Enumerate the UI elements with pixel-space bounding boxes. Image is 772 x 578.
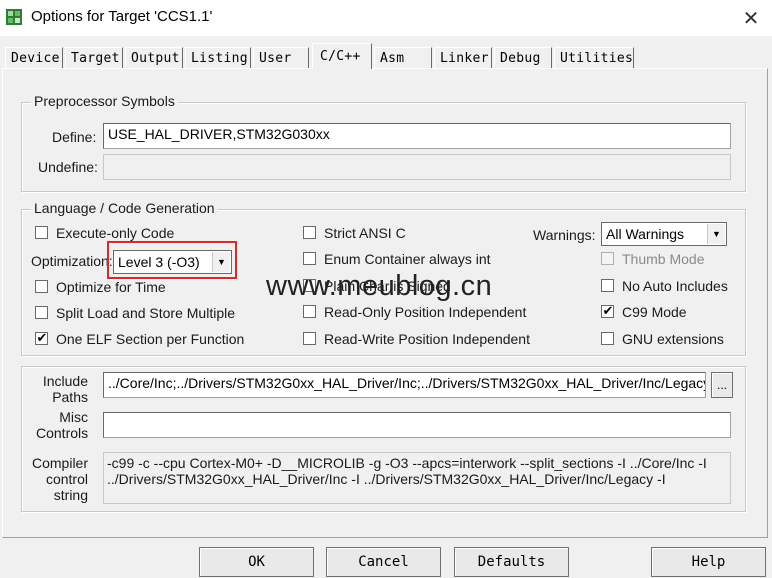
- thumb-mode-checkbox[interactable]: [601, 252, 614, 265]
- rw-position-label: Read-Write Position Independent: [324, 331, 530, 347]
- tab-user[interactable]: User: [253, 47, 309, 69]
- warnings-value: All Warnings: [606, 226, 685, 242]
- split-load-checkbox[interactable]: [35, 306, 48, 319]
- misc-label-1: Misc: [59, 409, 88, 425]
- preprocessor-legend: Preprocessor Symbols: [31, 93, 178, 109]
- tab-asm[interactable]: Asm: [374, 47, 432, 69]
- define-input[interactable]: USE_HAL_DRIVER,STM32G030xx: [103, 123, 731, 149]
- tab-utilities[interactable]: Utilities: [554, 47, 634, 69]
- optimization-label: Optimization:: [31, 253, 113, 269]
- execute-only-label: Execute-only Code: [56, 225, 175, 241]
- tab-device[interactable]: Device: [5, 47, 63, 69]
- gnu-extensions-label: GNU extensions: [622, 331, 724, 347]
- tab-target[interactable]: Target: [65, 47, 123, 69]
- ro-position-label: Read-Only Position Independent: [324, 304, 527, 320]
- misc-controls-input[interactable]: [103, 412, 731, 438]
- c99-mode-label: C99 Mode: [622, 304, 687, 320]
- compiler-label-1: Compiler: [31, 455, 88, 471]
- ok-button[interactable]: OK: [199, 547, 314, 577]
- highlight-box: [107, 241, 237, 279]
- tab-linker[interactable]: Linker: [434, 47, 492, 69]
- tab-cpp[interactable]: C/C++: [312, 43, 372, 69]
- title-bar: Options for Target 'CCS1.1' ✕: [0, 0, 772, 36]
- one-elf-checkbox[interactable]: ✔: [35, 330, 48, 345]
- browse-button[interactable]: ...: [711, 372, 733, 398]
- undefine-label: Undefine:: [38, 159, 98, 175]
- keil-app-icon: [6, 9, 22, 25]
- window-title: Options for Target 'CCS1.1': [31, 8, 213, 25]
- thumb-mode-label: Thumb Mode: [622, 251, 705, 267]
- no-auto-includes-checkbox[interactable]: [601, 279, 614, 292]
- tab-debug[interactable]: Debug: [494, 47, 552, 69]
- split-load-label: Split Load and Store Multiple: [56, 305, 235, 321]
- c99-mode-checkbox[interactable]: ✔: [601, 303, 614, 318]
- execute-only-checkbox[interactable]: [35, 226, 48, 239]
- optimize-time-label: Optimize for Time: [56, 279, 166, 295]
- compiler-label-3: string: [53, 487, 88, 503]
- watermark-text: www.meublog.cn: [266, 270, 493, 302]
- close-icon[interactable]: ✕: [731, 4, 771, 32]
- enum-container-checkbox[interactable]: [303, 252, 316, 265]
- no-auto-includes-label: No Auto Includes: [622, 278, 728, 294]
- define-label: Define:: [52, 129, 97, 145]
- defaults-button[interactable]: Defaults: [454, 547, 569, 577]
- compiler-label-2: control: [45, 471, 88, 487]
- checkmark-icon: ✔: [36, 330, 48, 345]
- strict-ansi-checkbox[interactable]: [303, 226, 316, 239]
- enum-container-label: Enum Container always int: [324, 251, 491, 267]
- warnings-label: Warnings:: [533, 227, 596, 243]
- include-label-2: Paths: [52, 389, 88, 405]
- misc-label-2: Controls: [36, 425, 89, 441]
- tab-listing[interactable]: Listing: [185, 47, 251, 69]
- warnings-select[interactable]: All Warnings ▼: [601, 222, 727, 246]
- compiler-control-string[interactable]: -c99 -c --cpu Cortex-M0+ -D__MICROLIB -g…: [103, 452, 731, 504]
- rw-position-checkbox[interactable]: [303, 332, 316, 345]
- help-button[interactable]: Help: [651, 547, 766, 577]
- codegen-legend: Language / Code Generation: [31, 200, 218, 216]
- include-label-1: Include: [42, 373, 88, 389]
- one-elf-label: One ELF Section per Function: [56, 331, 245, 347]
- chevron-down-icon: ▼: [707, 224, 725, 244]
- strict-ansi-label: Strict ANSI C: [324, 225, 406, 241]
- ro-position-checkbox[interactable]: [303, 305, 316, 318]
- checkmark-icon: ✔: [602, 303, 614, 318]
- gnu-extensions-checkbox[interactable]: [601, 332, 614, 345]
- include-paths-input[interactable]: ../Core/Inc;../Drivers/STM32G0xx_HAL_Dri…: [103, 372, 706, 398]
- tab-output[interactable]: Output: [125, 47, 183, 69]
- undefine-input[interactable]: [103, 154, 731, 180]
- optimize-time-checkbox[interactable]: [35, 280, 48, 293]
- cancel-button[interactable]: Cancel: [326, 547, 441, 577]
